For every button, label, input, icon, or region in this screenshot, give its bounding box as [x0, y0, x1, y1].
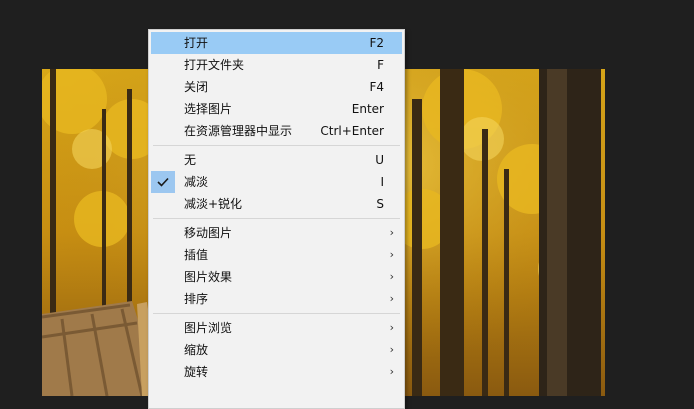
menu-item[interactable]: 插值 ›	[151, 244, 402, 266]
menu-separator	[153, 218, 400, 219]
menu-item[interactable]: 无U	[151, 149, 402, 171]
menu-item-label: 图片浏览	[184, 321, 233, 335]
menu-item-label: 旋转	[184, 365, 209, 379]
menu-item[interactable]: 打开 F2	[151, 32, 402, 54]
menu-item-label: 打开文件夹	[184, 58, 245, 72]
menu-item-shortcut: I	[380, 175, 384, 189]
menu-item-shortcut: Enter	[351, 102, 384, 116]
menu-item-label: 减淡+锐化	[184, 197, 243, 211]
chevron-right-icon: ›	[389, 343, 394, 356]
menu-item-shortcut: F2	[369, 36, 384, 50]
menu-item[interactable]: 在资源管理器中显示 Ctrl+Enter	[151, 120, 402, 142]
menu-item[interactable]: 减淡+锐化 S	[151, 193, 402, 215]
menu-item-shortcut: F	[377, 58, 384, 72]
menu-item[interactable]: 打开文件夹 F	[151, 54, 402, 76]
menu-item[interactable]: 减淡 I	[151, 171, 402, 193]
chevron-right-icon: ›	[389, 270, 394, 283]
chevron-right-icon: ›	[389, 248, 394, 261]
menu-separator	[153, 145, 400, 146]
menu-item[interactable]: 图片效果 ›	[151, 266, 402, 288]
menu-item-label: 移动图片	[184, 226, 233, 240]
menu-item-label: 减淡	[184, 175, 209, 189]
chevron-right-icon: ›	[389, 365, 394, 378]
menu-item-label: 无	[184, 153, 197, 167]
menu-item[interactable]: 选择图片 Enter	[151, 98, 402, 120]
menu-item[interactable]: 图片浏览 ›	[151, 317, 402, 339]
menu-item[interactable]: 旋转 ›	[151, 361, 402, 383]
menu-item-shortcut: Ctrl+Enter	[320, 124, 384, 138]
menu-item-shortcut: F4	[369, 80, 384, 94]
menu-item-shortcut: S	[376, 197, 384, 211]
menu-item-label: 图片效果	[184, 270, 233, 284]
menu-item-label: 排序	[184, 292, 209, 306]
menu-item-label: 在资源管理器中显示	[184, 124, 293, 138]
menu-item-shortcut: U	[375, 153, 384, 167]
menu-item[interactable]: 移动图片 ›	[151, 222, 402, 244]
context-menu: 打开 F2 打开文件夹 F 关闭 F4 选择图片 Enter 在资源管理器中显示 Ctrl+Ent…	[148, 29, 405, 409]
menu-item-label: 插值	[184, 248, 209, 262]
menu-item[interactable]: 关闭 F4	[151, 76, 402, 98]
menu-separator	[153, 313, 400, 314]
menu-item-label: 打开	[184, 36, 209, 50]
menu-item[interactable]: 缩放 ›	[151, 339, 402, 361]
chevron-right-icon: ›	[389, 292, 394, 305]
menu-item-label: 缩放	[184, 343, 209, 357]
chevron-right-icon: ›	[389, 321, 394, 334]
chevron-right-icon: ›	[389, 226, 394, 239]
menu-item-label: 选择图片	[184, 102, 233, 116]
checkmark-icon	[151, 171, 175, 193]
menu-item-label: 关闭	[184, 80, 209, 94]
menu-item[interactable]: 排序 ›	[151, 288, 402, 310]
